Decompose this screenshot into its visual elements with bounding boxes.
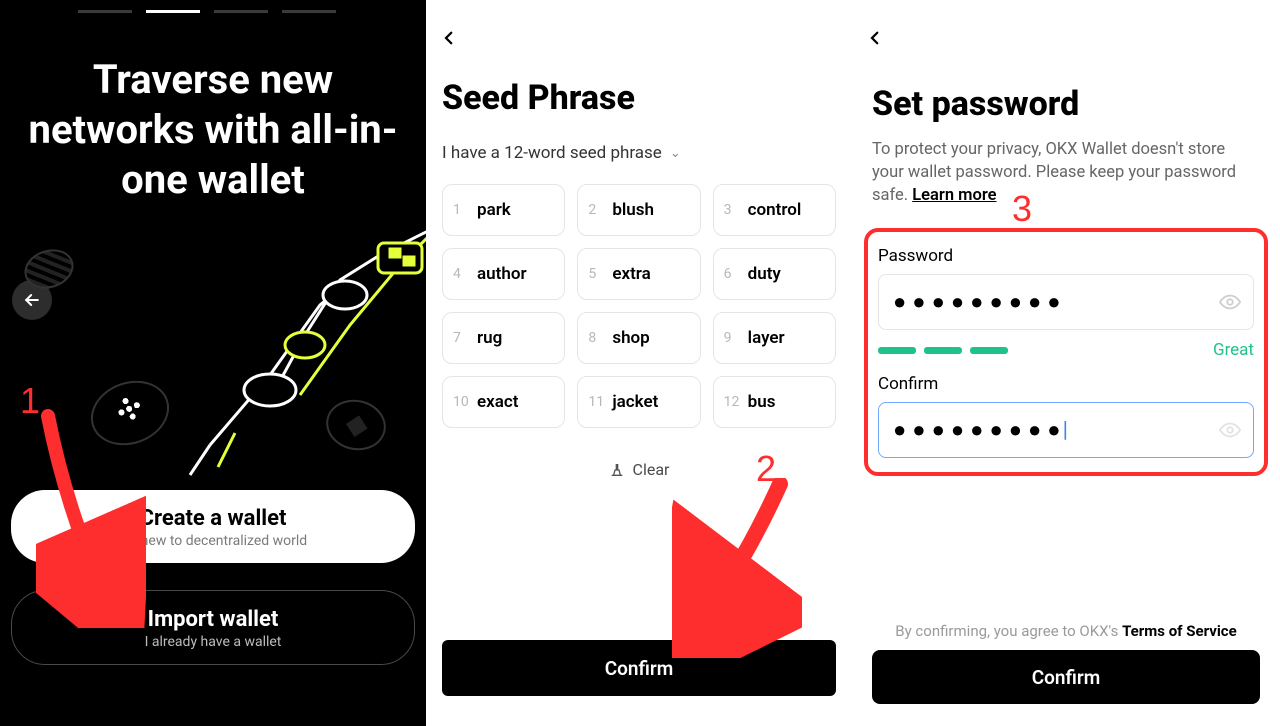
seed-input-7[interactable]: 7rug <box>442 312 565 364</box>
broom-icon <box>609 462 625 478</box>
confirm-password-label: Confirm <box>878 374 1254 394</box>
page-title: Set password <box>872 84 1079 124</box>
headline: Traverse new networks with all-in-one wa… <box>26 55 400 205</box>
confirm-button[interactable]: Confirm <box>872 650 1260 704</box>
seed-length-dropdown[interactable]: I have a 12-word seed phrase ⌄ <box>442 143 681 163</box>
set-password-panel: Set password To protect your privacy, OK… <box>852 0 1280 726</box>
eye-icon[interactable] <box>1219 291 1241 313</box>
eye-icon[interactable] <box>1219 419 1241 441</box>
password-value: ●●●●●●●●● <box>893 289 1067 315</box>
seed-input-3[interactable]: 3control <box>713 184 836 236</box>
hand-illustration <box>140 215 426 495</box>
strength-bars <box>878 347 1008 354</box>
seed-input-2[interactable]: 2blush <box>577 184 700 236</box>
learn-more-link[interactable]: Learn more <box>912 186 996 205</box>
arrow-left-icon <box>22 290 42 310</box>
password-section-highlight: Password ●●●●●●●●● Great Confirm ●●●●●●●… <box>864 228 1268 476</box>
tos-link[interactable]: Terms of Service <box>1122 622 1237 640</box>
seed-input-12[interactable]: 12bus <box>713 376 836 428</box>
page-title: Seed Phrase <box>442 78 635 118</box>
password-label: Password <box>878 246 1254 266</box>
import-wallet-subtitle: I already have a wallet <box>22 634 404 650</box>
confirm-password-input[interactable]: ●●●●●●●●●| <box>878 402 1254 458</box>
progress-indicator <box>78 10 336 13</box>
chevron-left-icon <box>440 29 458 47</box>
password-strength: Great <box>878 340 1254 360</box>
text-cursor: | <box>1063 418 1068 443</box>
seed-grid: 1park 2blush 3control 4author 5extra 6du… <box>442 184 836 428</box>
back-button[interactable] <box>866 24 884 54</box>
tos-disclaimer: By confirming, you agree to OKX's Terms … <box>872 622 1260 640</box>
back-button[interactable] <box>440 24 458 54</box>
strength-label: Great <box>1213 340 1254 360</box>
seed-input-5[interactable]: 5extra <box>577 248 700 300</box>
seed-input-8[interactable]: 8shop <box>577 312 700 364</box>
clear-button[interactable]: Clear <box>426 460 852 479</box>
clear-label: Clear <box>633 460 670 479</box>
annotation-arrow-1 <box>36 408 146 628</box>
chevron-left-icon <box>866 29 884 47</box>
seed-input-4[interactable]: 4author <box>442 248 565 300</box>
seed-input-11[interactable]: 11jacket <box>577 376 700 428</box>
annotation-arrow-2 <box>672 478 802 658</box>
seed-input-6[interactable]: 6duty <box>713 248 836 300</box>
confirm-password-value: ●●●●●●●●● <box>893 417 1067 443</box>
seed-input-9[interactable]: 9layer <box>713 312 836 364</box>
seed-length-label: I have a 12-word seed phrase <box>442 143 662 163</box>
page-description: To protect your privacy, OKX Wallet does… <box>872 138 1260 207</box>
password-input[interactable]: ●●●●●●●●● <box>878 274 1254 330</box>
seed-input-10[interactable]: 10exact <box>442 376 565 428</box>
seed-input-1[interactable]: 1park <box>442 184 565 236</box>
annotation-step-3: 3 <box>1012 188 1032 230</box>
chevron-down-icon: ⌄ <box>670 146 681 161</box>
